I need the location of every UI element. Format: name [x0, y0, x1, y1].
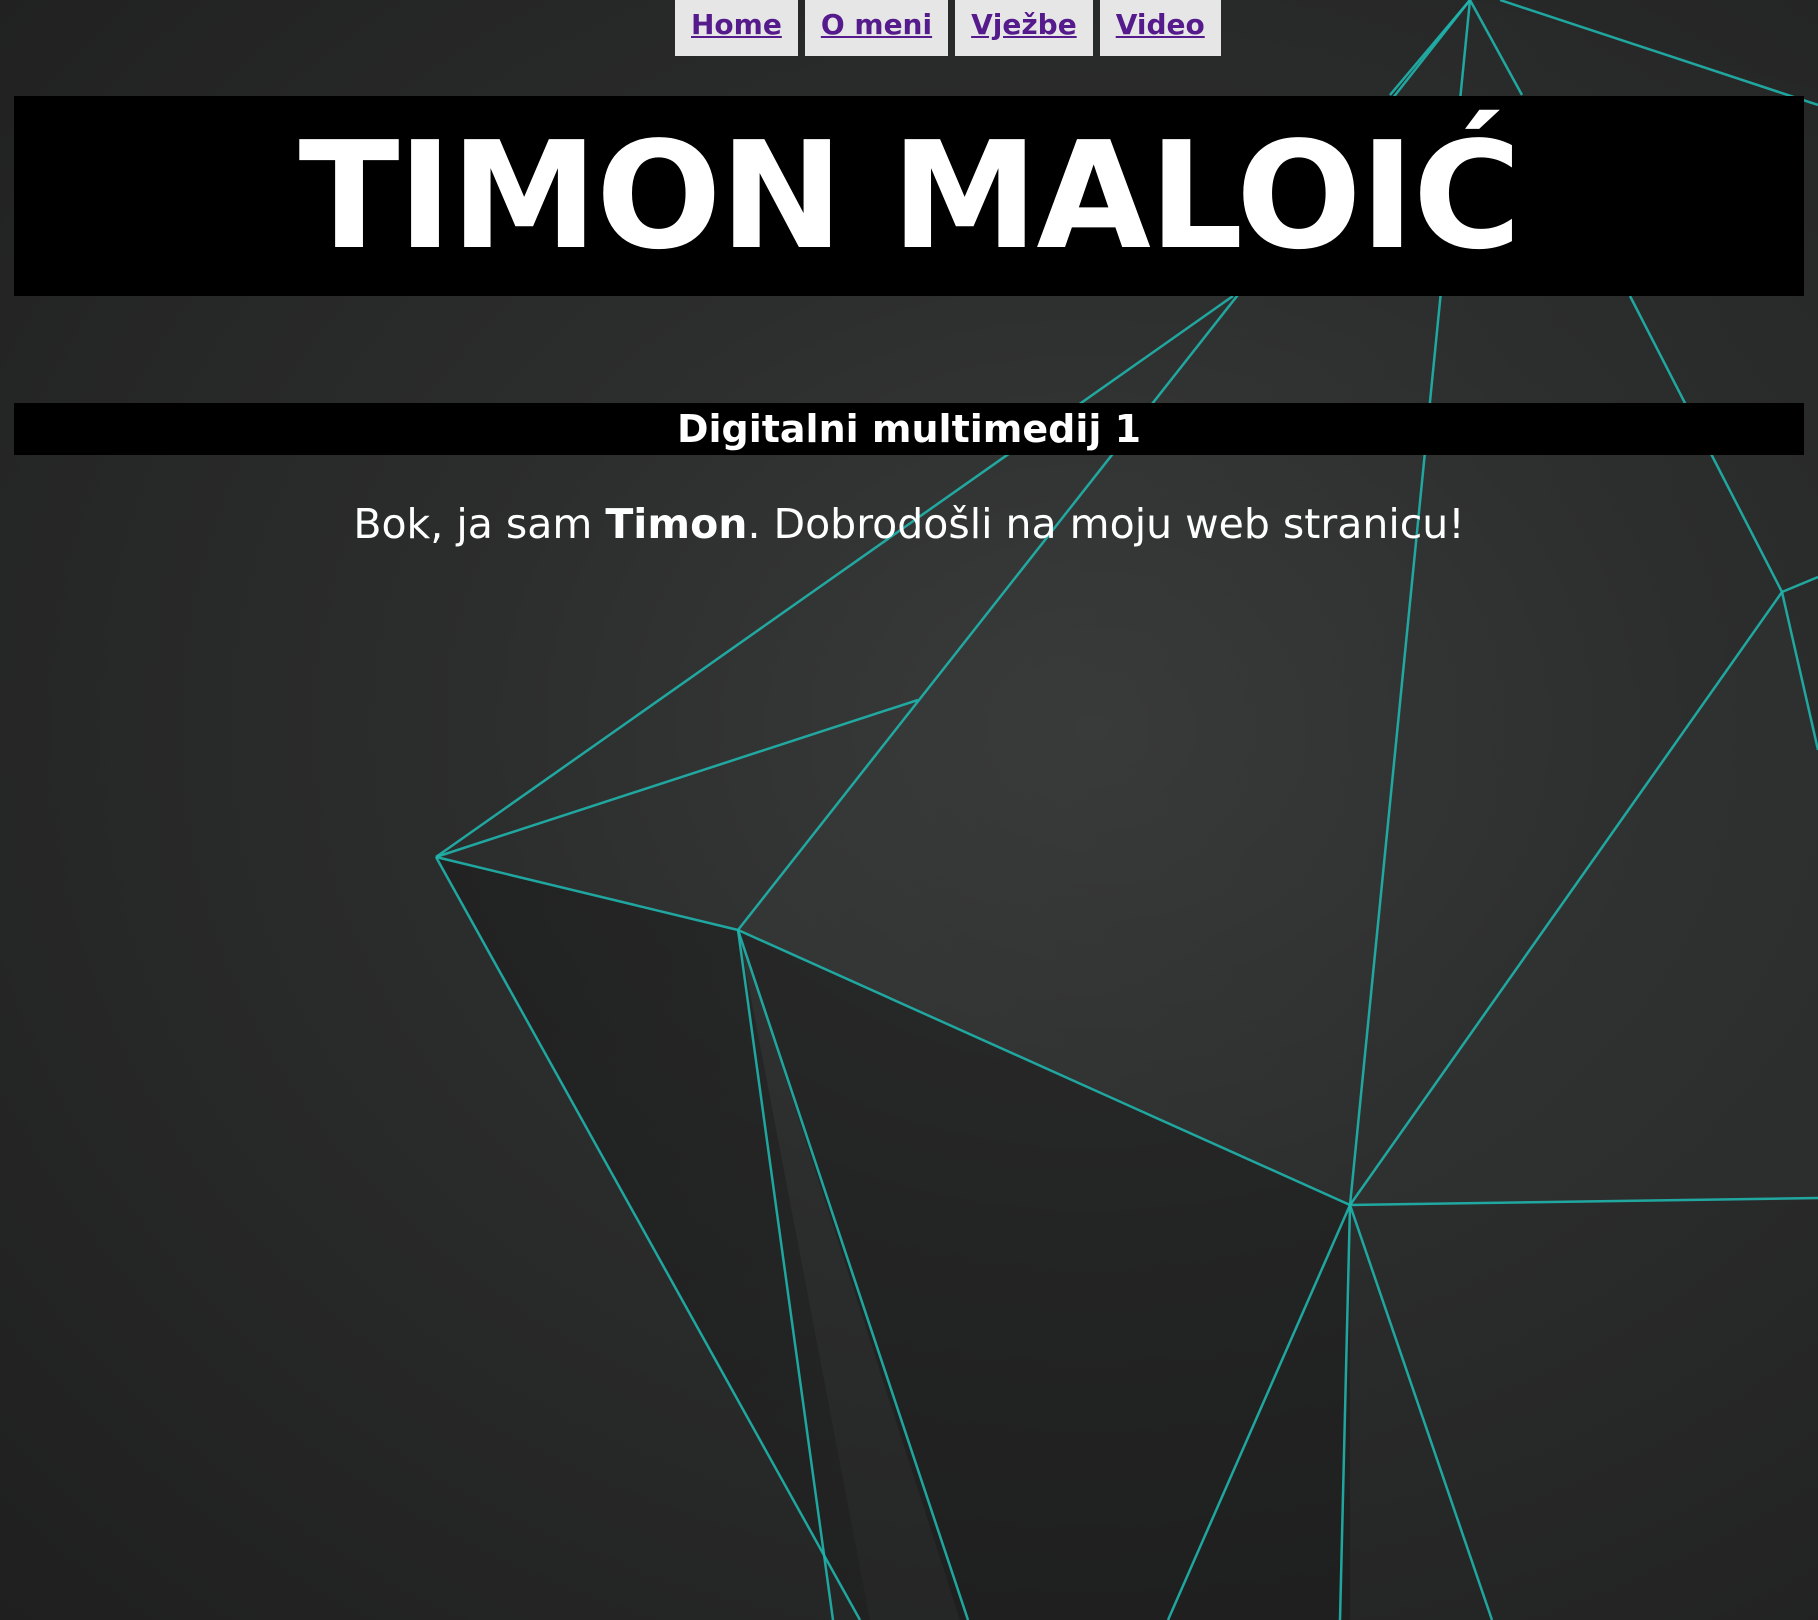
intro-prefix: Bok, ja sam: [353, 500, 606, 548]
nav-link-o-meni[interactable]: O meni: [804, 0, 949, 56]
page-content: Home O meni Vježbe Video TIMON MALOIĆ Di…: [0, 0, 1818, 1620]
main-nav: Home O meni Vježbe Video: [675, 0, 1221, 56]
subtitle-banner: Digitalni multimedij 1: [14, 403, 1804, 455]
nav-link-video[interactable]: Video: [1099, 0, 1221, 56]
page-subtitle: Digitalni multimedij 1: [676, 407, 1142, 451]
title-banner: TIMON MALOIĆ: [14, 96, 1804, 296]
intro-suffix: . Dobrodošli na moju web stranicu!: [747, 500, 1465, 548]
page-title: TIMON MALOIĆ: [298, 110, 1522, 282]
intro-name: Timon: [605, 500, 748, 548]
nav-link-home[interactable]: Home: [675, 0, 798, 56]
nav-link-vjezbe[interactable]: Vježbe: [955, 0, 1093, 56]
intro-text: Bok, ja sam Timon. Dobrodošli na moju we…: [0, 500, 1818, 548]
